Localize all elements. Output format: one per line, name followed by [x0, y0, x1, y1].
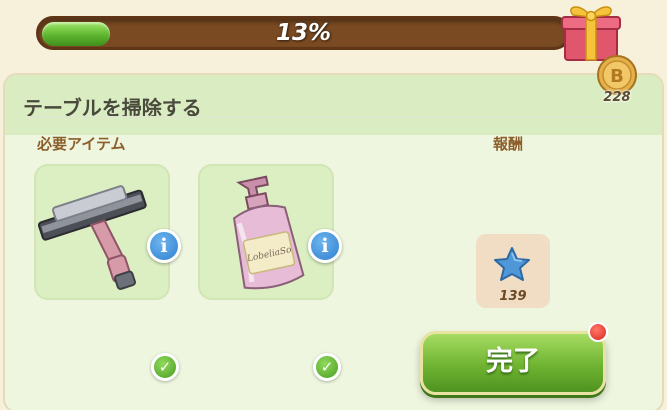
- reward-amount: 139: [499, 289, 527, 304]
- svg-text:B: B: [610, 66, 624, 87]
- notification-dot: [588, 322, 608, 342]
- info-button-squeegee[interactable]: i: [147, 229, 181, 263]
- blue-star-icon: [494, 247, 530, 281]
- progress-bar: 13%: [36, 12, 571, 54]
- divider: [28, 116, 628, 118]
- required-items-label: 必要アイテム: [37, 135, 126, 153]
- progress-percent: 13%: [275, 20, 332, 46]
- task-header: テーブルを掃除する: [5, 75, 662, 135]
- checkmark-icon: ✓: [151, 353, 179, 381]
- complete-button[interactable]: 完了: [420, 331, 606, 395]
- info-button-soap[interactable]: i: [308, 229, 342, 263]
- coin-count: 228: [603, 90, 631, 105]
- reward-label: 報酬: [493, 135, 524, 153]
- info-icon: i: [160, 235, 168, 257]
- required-item-squeegee[interactable]: [34, 164, 170, 300]
- squeegee-icon: [37, 185, 147, 290]
- checkmark-icon: ✓: [313, 353, 341, 381]
- reward-item[interactable]: 139: [476, 234, 550, 308]
- info-icon: i: [321, 235, 329, 257]
